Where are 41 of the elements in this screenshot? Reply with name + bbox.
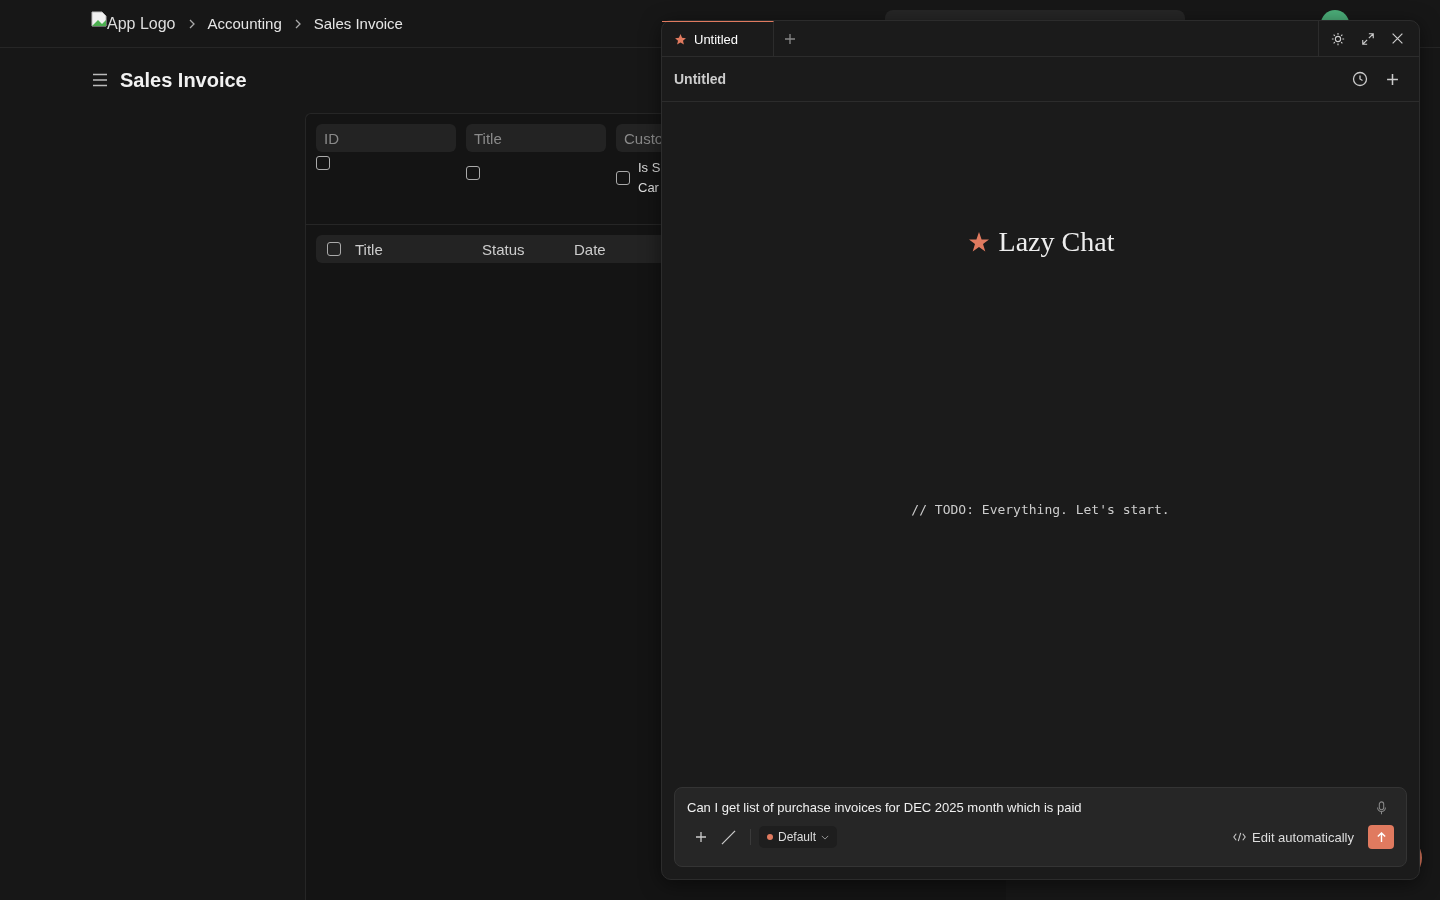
broken-image-icon bbox=[91, 10, 107, 27]
filter-field[interactable]: Title bbox=[466, 124, 606, 152]
breadcrumb-link[interactable]: Sales Invoice bbox=[313, 15, 403, 32]
chat-title: Untitled bbox=[674, 71, 727, 87]
checkbox-label: Is S Car bbox=[638, 159, 662, 197]
logo-alt-text: App Logo bbox=[107, 14, 176, 33]
column-header[interactable]: Title bbox=[355, 240, 482, 258]
app-logo-image[interactable]: App Logo bbox=[91, 14, 176, 33]
select-all-checkbox[interactable] bbox=[327, 242, 341, 256]
arrow-up-icon bbox=[1375, 831, 1387, 843]
microphone-icon[interactable] bbox=[1376, 800, 1387, 815]
star-icon bbox=[966, 230, 991, 254]
chevron-right-icon bbox=[293, 18, 302, 29]
star-icon bbox=[674, 32, 687, 46]
expand-icon[interactable] bbox=[1361, 31, 1375, 46]
history-clock-icon[interactable] bbox=[1352, 71, 1368, 87]
new-chat-icon[interactable] bbox=[1386, 72, 1399, 86]
chevron-right-icon bbox=[187, 18, 196, 29]
theme-sun-icon[interactable] bbox=[1331, 31, 1345, 46]
filter-checkbox[interactable] bbox=[466, 166, 480, 180]
column-header[interactable]: Date bbox=[574, 240, 606, 258]
menu-icon[interactable] bbox=[92, 73, 108, 87]
new-tab-icon[interactable] bbox=[784, 32, 796, 45]
filter-checkbox[interactable] bbox=[616, 171, 630, 185]
empty-state-text: // TODO: Everything. Let's start. bbox=[910, 502, 1171, 517]
caret-icon bbox=[821, 834, 830, 840]
code-icon bbox=[1233, 832, 1247, 842]
filter-checkbox[interactable] bbox=[316, 156, 330, 170]
edit-automatically-button[interactable]: Edit automatically bbox=[1233, 829, 1354, 845]
chat-tab[interactable]: Untitled bbox=[662, 21, 774, 56]
filter-field[interactable]: ID bbox=[316, 124, 456, 152]
chat-heading: Lazy Chat bbox=[998, 226, 1115, 258]
page-title: Sales Invoice bbox=[120, 68, 247, 92]
send-button[interactable] bbox=[1368, 825, 1394, 849]
close-icon[interactable] bbox=[1391, 32, 1404, 45]
add-icon[interactable] bbox=[695, 831, 707, 843]
message-input[interactable]: Can I get list of purchase invoices for DEC 2025 month which is paid bbox=[687, 800, 1082, 815]
mode-dropdown[interactable]: Default bbox=[759, 826, 838, 848]
slash-icon[interactable] bbox=[721, 829, 736, 845]
column-header[interactable]: Status bbox=[482, 240, 574, 258]
breadcrumb-link[interactable]: Accounting bbox=[207, 15, 282, 32]
